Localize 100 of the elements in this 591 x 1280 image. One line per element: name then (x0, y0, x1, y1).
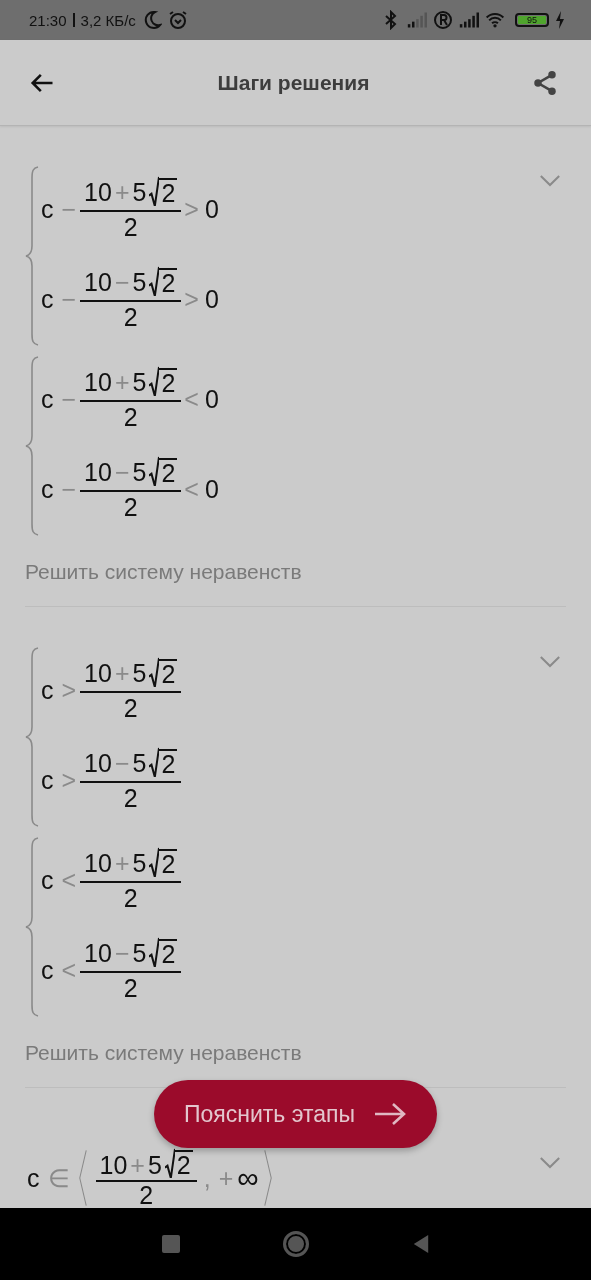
math-variable: c (41, 474, 54, 504)
curly-brace-icon (25, 647, 39, 827)
math-number: 0 (204, 384, 219, 414)
denominator: 2 (123, 402, 138, 432)
math-number: 2 (159, 368, 178, 396)
math-number: 10 (84, 749, 112, 777)
curly-brace-icon (25, 837, 39, 1017)
math-number: 2 (159, 749, 178, 777)
signal-icon (459, 10, 479, 30)
math-operator: − (114, 939, 130, 967)
denominator: 2 (123, 693, 138, 723)
math-operator: > (184, 284, 199, 314)
math-symbol: ∞ (237, 1161, 259, 1195)
math-number: 5 (132, 659, 147, 687)
math-operator: ∈ (47, 1163, 70, 1193)
square-root-icon (149, 266, 160, 296)
charging-icon (555, 10, 565, 30)
math-number: 5 (132, 368, 147, 396)
denominator: 2 (123, 212, 138, 242)
share-icon[interactable] (531, 68, 559, 97)
math-number: 10 (84, 849, 112, 877)
square-root-icon (149, 366, 160, 396)
math-number: 5 (132, 749, 147, 777)
square-root-icon (164, 1148, 175, 1178)
math-operator: + (114, 178, 130, 206)
math-number: 10 (84, 268, 112, 296)
status-divider (72, 13, 75, 27)
math-number: 10 (84, 939, 112, 967)
math-operator: − (114, 458, 130, 486)
math-number: 2 (159, 458, 178, 486)
square-root-icon (149, 456, 160, 486)
chevron-down-icon[interactable] (539, 174, 561, 187)
network-speed: 3,2 КБ/с (80, 11, 136, 29)
chevron-down-icon[interactable] (539, 1156, 561, 1169)
step-caption: Решить систему неравенств (25, 1041, 303, 1065)
math-number: 0 (204, 474, 219, 504)
battery-icon: 95 (515, 13, 549, 27)
denominator: 2 (139, 1182, 154, 1208)
chevron-down-icon[interactable] (539, 655, 561, 668)
math-operator: < (184, 384, 199, 414)
math-number: 10 (84, 368, 112, 396)
math-variable: c (41, 955, 54, 985)
curly-brace-icon (25, 356, 39, 536)
math-operator: + (114, 659, 130, 687)
denominator: 2 (123, 783, 138, 813)
alarm-icon (167, 10, 188, 30)
math-operator: − (61, 284, 77, 314)
square-root-icon (149, 937, 160, 967)
math-operator: + (218, 1163, 234, 1193)
screen-title: Шаги решения (217, 70, 370, 95)
denominator: 2 (123, 973, 138, 1003)
math-number: 0 (204, 284, 219, 314)
math-variable: c (41, 675, 54, 705)
math-number: 10 (84, 458, 112, 486)
math-operator: , (203, 1163, 211, 1193)
denominator: 2 (123, 492, 138, 522)
math-number: 0 (204, 194, 219, 224)
math-number: 2 (159, 178, 178, 206)
square-root-icon (149, 847, 160, 877)
math-variable: c (41, 384, 54, 414)
math-operator: < (61, 955, 77, 985)
curly-brace-icon (25, 166, 39, 346)
home-icon[interactable] (282, 1231, 309, 1257)
math-number: 5 (147, 1152, 162, 1178)
explain-steps-button[interactable]: Пояснить этапы (154, 1080, 437, 1148)
math-operator: − (61, 384, 77, 414)
math-variable: c (27, 1163, 40, 1193)
math-number: 10 (84, 659, 112, 687)
square-root-icon (149, 657, 160, 687)
math-number: 2 (159, 268, 178, 296)
math-number: 2 (159, 849, 178, 877)
math-variable: c (41, 284, 54, 314)
math-operator: + (114, 368, 130, 396)
math-number: 5 (132, 849, 147, 877)
math-operator: + (114, 849, 130, 877)
square-root-icon (149, 176, 160, 206)
denominator: 2 (123, 883, 138, 913)
math-variable: c (41, 865, 54, 895)
math-number: 2 (159, 939, 178, 967)
math-number: 2 (159, 659, 178, 687)
math-operator: + (130, 1152, 145, 1178)
math-operator: < (184, 474, 199, 504)
math-number: 10 (99, 1152, 128, 1178)
math-operator: > (61, 765, 77, 795)
recents-icon[interactable] (161, 1235, 180, 1253)
math-number: 5 (132, 458, 147, 486)
square-root-icon (149, 747, 160, 777)
denominator: 2 (123, 302, 138, 332)
math-variable: c (41, 765, 54, 795)
math-number: 5 (132, 939, 147, 967)
status-time: 21:30 (29, 11, 67, 29)
math-operator: − (61, 194, 77, 224)
math-operator: − (114, 268, 130, 296)
math-number: 5 (132, 178, 147, 206)
math-number: 10 (84, 178, 112, 206)
step-caption: Решить систему неравенств (25, 560, 303, 584)
wifi-icon (485, 10, 505, 30)
math-operator: − (114, 749, 130, 777)
math-number: 2 (174, 1150, 193, 1178)
arrow-icon (373, 1102, 407, 1126)
